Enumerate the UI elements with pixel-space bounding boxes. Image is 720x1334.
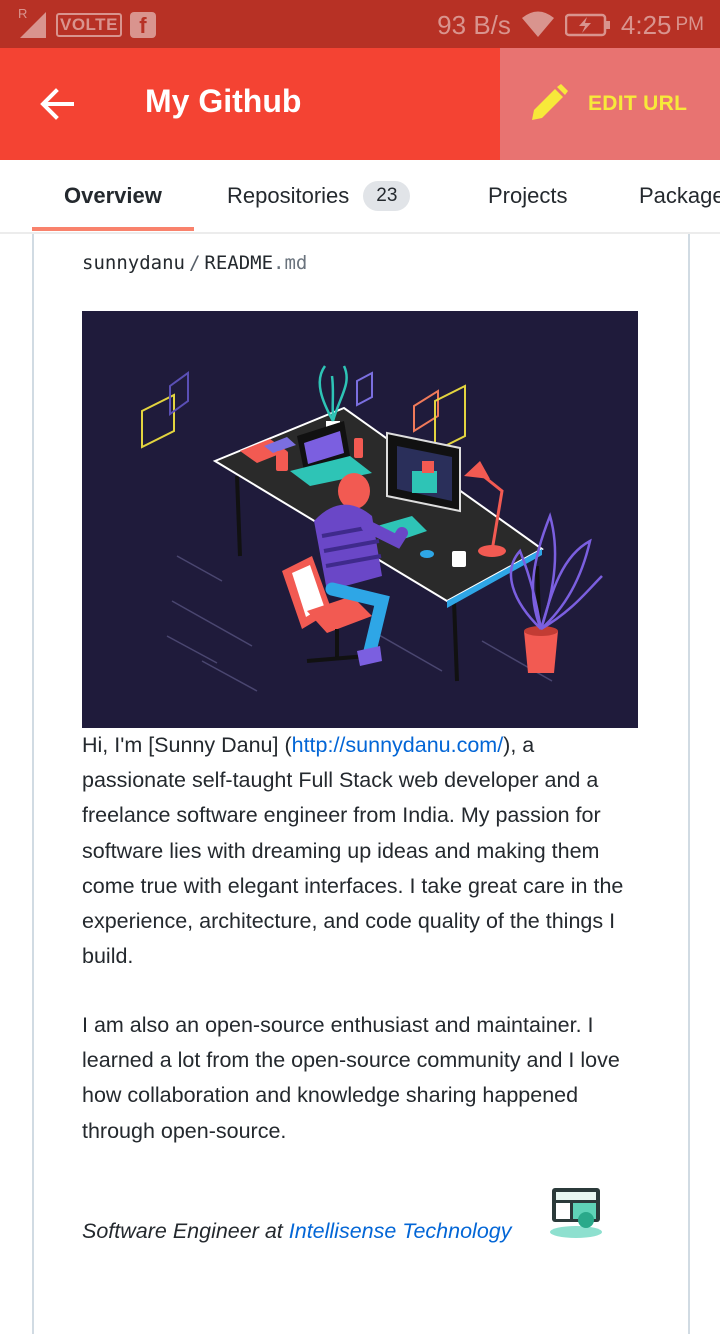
repo-owner[interactable]: sunnydanu [82,252,185,274]
path-separator: / [188,252,201,274]
active-tab-indicator [32,227,194,231]
role-prefix: Software Engineer at [82,1219,289,1243]
status-left: R VOLTE f [18,6,156,42]
readme-file-path: sunnydanu / README.md [82,252,307,274]
company-link[interactable]: Intellisense Technology [289,1219,512,1243]
tab-overview[interactable]: Overview [64,160,162,232]
readme-opensource-paragraph: I am also an open-source enthusiast and … [82,1013,620,1143]
tab-packages[interactable]: Packages [639,160,720,232]
battery-charging-icon [564,13,610,37]
intro-suffix: ), a passionate self-taught Full Stack w… [82,733,624,969]
intro-prefix: Hi, I'm [Sunny Danu] ( [82,733,292,757]
readme-intro-paragraph: Hi, I'm [Sunny Danu] (http://sunnydanu.c… [82,728,642,974]
clock-ampm: PM [675,14,705,35]
file-extension: .md [273,252,308,274]
tab-repositories-label: Repositories [227,183,350,208]
clock-time: 4:25 [620,9,672,40]
network-speed: 93 B/s [437,9,511,40]
tab-repositories[interactable]: Repositories 23 [227,160,411,232]
developer-desk-icon [550,1188,602,1238]
facebook-icon: f [129,12,156,38]
file-name: README [204,252,274,274]
status-bar: R VOLTE f 93 B/s 4:25 PM [0,0,720,48]
arrow-back-icon[interactable] [36,82,80,126]
signal-icon: R [18,6,48,40]
website-link[interactable]: http://sunnydanu.com/ [292,733,504,757]
tab-packages-label: Packages [639,183,720,208]
wifi-icon [521,11,554,37]
volte-badge: VOLTE [56,13,122,37]
edit-url-label: EDIT URL [588,92,688,115]
app-bar: My Github EDIT URL [0,48,720,160]
tab-overview-label: Overview [64,183,162,208]
edit-url-button[interactable]: EDIT URL [500,48,720,160]
tab-projects-label: Projects [488,183,568,208]
status-right: 93 B/s 4:25 PM [437,8,704,42]
page-title: My Github [145,83,302,119]
tab-bar: Overview Repositories 23 Projects Packag… [0,160,720,234]
developer-illustration [82,311,638,728]
tab-projects[interactable]: Projects [488,160,567,232]
carrier-indicator: R [18,6,28,21]
repositories-count-badge: 23 [363,181,411,211]
pencil-icon [532,84,568,120]
